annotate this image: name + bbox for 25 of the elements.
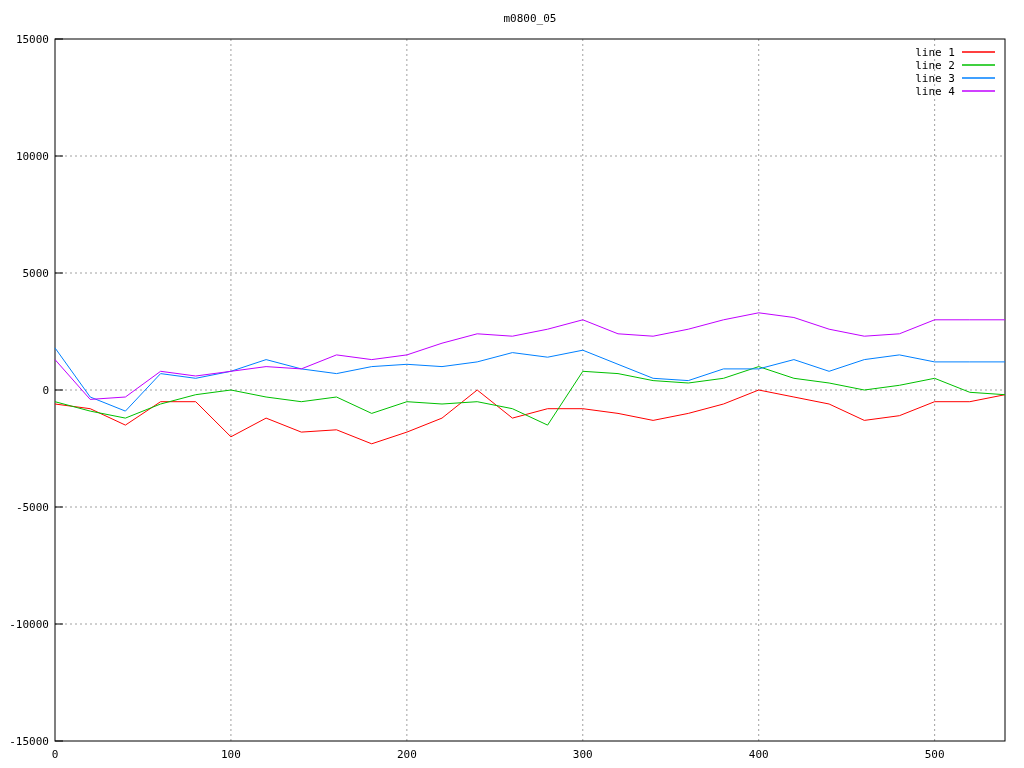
y-tick-label: -15000 [9,735,49,748]
tick-mark [54,155,64,157]
y-tick-label: 0 [42,384,49,397]
y-tick-label: 15000 [15,33,49,46]
legend-label: line 1 [915,46,955,59]
x-tick-label: 400 [748,748,769,761]
x-tick-label: 500 [924,748,945,761]
tick-mark [54,740,64,742]
x-tick-label: 200 [396,748,417,761]
tick-mark [54,506,64,508]
x-tick-label: 0 [51,748,59,761]
x-tick-label: 100 [221,748,241,761]
y-tick-label: 5000 [22,267,49,280]
tick-mark [54,389,64,391]
chart-title: m0800_05 [503,12,557,25]
y-tick-label: -5000 [15,501,49,514]
tick-mark [54,623,64,625]
legend-label: line 4 [915,85,955,98]
x-tick-label: 300 [572,748,593,761]
legend-label: line 2 [915,59,955,72]
legend-label: line 3 [915,72,955,85]
tick-mark [54,272,64,274]
tick-mark [54,38,64,40]
y-tick-label: 10000 [15,150,49,163]
y-tick-label: -10000 [9,618,49,631]
